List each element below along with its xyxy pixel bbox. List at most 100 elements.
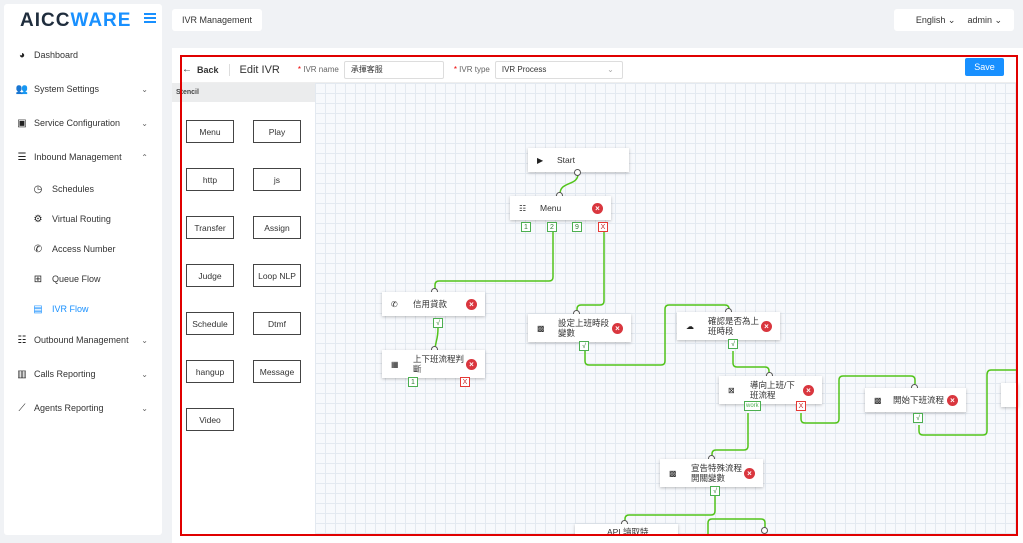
line-chart-icon: ⟋ <box>18 402 26 414</box>
back-button[interactable]: Back <box>197 65 219 75</box>
stencil-video[interactable]: Video <box>186 408 234 431</box>
page-title: Edit IVR <box>239 63 280 76</box>
sidebar-item-schedules[interactable]: ◷ Schedules <box>4 179 162 199</box>
node-set-work-time[interactable]: ▩ 設定上班時段變數 × <box>528 314 631 342</box>
node-menu[interactable]: ☷ Menu × <box>510 196 611 220</box>
option-route-work[interactable]: work <box>744 401 761 411</box>
stencil-menu[interactable]: Menu <box>186 120 234 143</box>
chevron-down-icon: ⌄ <box>141 369 148 379</box>
stencil-message[interactable]: Message <box>253 360 301 383</box>
sidebar-item-outbound-management[interactable]: ☷ Outbound Management ⌄ <box>4 330 162 350</box>
option-off-ok[interactable]: √ <box>913 413 923 423</box>
clock-icon: ◷ <box>33 183 43 195</box>
edge-route-special <box>711 413 749 457</box>
topbar-user-controls: English ⌄ admin ⌄ <box>894 9 1014 31</box>
edge-check-route <box>732 351 770 375</box>
sidebar-item-dashboard[interactable]: ◕ Dashboard <box>4 45 162 65</box>
id-card-icon: ▣ <box>17 117 27 129</box>
stencil-panel: Stencil Menu Play http js Transfer Assig… <box>172 83 315 535</box>
phone-forward-icon: ✆ <box>391 299 398 309</box>
chevron-down-icon: ⌄ <box>141 84 148 94</box>
sidebar-item-virtual-routing[interactable]: ⚙ Virtual Routing <box>4 209 162 229</box>
chevron-down-icon: ⌄ <box>141 403 148 413</box>
option-menu-x[interactable]: X <box>598 222 608 232</box>
stencil-judge[interactable]: Judge <box>186 264 234 287</box>
list-icon: ☰ <box>17 151 27 163</box>
option-judge-x[interactable]: X <box>460 377 470 387</box>
delete-icon[interactable]: × <box>947 395 958 406</box>
table-icon: ☷ <box>17 334 27 346</box>
edge-to-bottom <box>707 518 766 535</box>
node-work-flow-judge[interactable]: ▦ 上下班流程判斷 × <box>382 350 485 378</box>
edge-special-api <box>624 496 716 525</box>
sidebar-item-queue-flow[interactable]: ⊞ Queue Flow <box>4 269 162 289</box>
chevron-down-icon: ⌄ <box>607 65 614 74</box>
stencil-js[interactable]: js <box>253 168 301 191</box>
sidebar-item-ivr-flow[interactable]: ▤ IVR Flow <box>4 299 162 319</box>
chevron-up-icon: ⌃ <box>141 152 148 162</box>
node-offscreen[interactable] <box>1001 383 1018 407</box>
logo: AICCWARE <box>20 10 132 31</box>
sidebar-item-agents-reporting[interactable]: ⟋ Agents Reporting ⌄ <box>4 398 162 418</box>
delete-icon[interactable]: × <box>466 299 477 310</box>
sidebar-item-inbound-management[interactable]: ☰ Inbound Management ⌃ <box>4 147 162 167</box>
menu-node-icon: ☷ <box>519 203 527 213</box>
delete-icon[interactable]: × <box>744 468 755 479</box>
option-route-x[interactable]: X <box>796 401 806 411</box>
edge-menu-credit <box>434 231 554 291</box>
stencil-loop-nlp[interactable]: Loop NLP <box>253 264 301 287</box>
option-menu-1[interactable]: 1 <box>521 222 531 232</box>
stencil-assign[interactable]: Assign <box>253 216 301 239</box>
node-api-fetch[interactable]: API 讀取特 <box>575 524 678 535</box>
option-judge-1[interactable]: 1 <box>408 377 418 387</box>
back-arrow-icon[interactable]: ← <box>182 64 192 75</box>
play-icon: ▶ <box>537 155 544 165</box>
chevron-down-icon: ⌄ <box>141 118 148 128</box>
option-check-ok[interactable]: √ <box>728 339 738 349</box>
node-start-off-flow[interactable]: ▩ 開始下班流程 × <box>865 388 966 412</box>
delete-icon[interactable]: × <box>803 385 814 396</box>
menu-toggle-icon[interactable] <box>144 13 156 23</box>
port-start-out[interactable] <box>574 169 581 176</box>
stencil-schedule[interactable]: Schedule <box>186 312 234 335</box>
node-check-work-time[interactable]: ☁ 確認是否為上班時段 × <box>677 312 780 340</box>
option-menu-9[interactable]: 9 <box>572 222 582 232</box>
dashboard-icon: ◕ <box>18 49 26 61</box>
cloud-icon: ☁ <box>686 321 694 331</box>
ivr-type-select[interactable]: IVR Process ⌄ <box>494 60 623 79</box>
ivr-icon: ▤ <box>33 303 43 315</box>
language-select[interactable]: English ⌄ <box>916 15 956 26</box>
tab-ivr-management[interactable]: IVR Management <box>172 9 263 31</box>
ivr-name-label: * IVR name <box>297 65 339 74</box>
option-special-ok[interactable]: √ <box>710 486 720 496</box>
edit-toolbar: ← Back Edit IVR * IVR name 承揮客服 * IVR ty… <box>182 57 1016 83</box>
save-button[interactable]: Save <box>965 58 1004 76</box>
ivr-type-label: * IVR type <box>453 65 490 74</box>
sidebar: AICCWARE ◕ Dashboard 👥 System Settings ⌄… <box>4 4 162 535</box>
sidebar-item-service-configuration[interactable]: ▣ Service Configuration ⌄ <box>4 113 162 133</box>
option-menu-2[interactable]: 2 <box>547 222 557 232</box>
delete-icon[interactable]: × <box>612 323 623 334</box>
sidebar-item-system-settings[interactable]: 👥 System Settings ⌄ <box>4 79 162 99</box>
stencil-play[interactable]: Play <box>253 120 301 143</box>
user-menu[interactable]: admin ⌄ <box>967 15 1002 26</box>
edge-menu-set <box>576 231 605 313</box>
sidebar-item-calls-reporting[interactable]: ▥ Calls Reporting ⌄ <box>4 364 162 384</box>
port-bottom-in[interactable] <box>761 527 768 534</box>
stencil-transfer[interactable]: Transfer <box>186 216 234 239</box>
node-route-flow[interactable]: ⊠ 導向上班/下班流程 × <box>719 376 822 404</box>
flow-canvas[interactable]: ▶ Start ☷ Menu × 1 2 9 X ✆ 信用貸款 × √ ▦ 上下… <box>315 83 1018 535</box>
stencil-http[interactable]: http <box>186 168 234 191</box>
stencil-hangup[interactable]: hangup <box>186 360 234 383</box>
node-special-flow[interactable]: ▩ 宣告特殊流程開關變數 × <box>660 459 763 487</box>
sidebar-item-access-number[interactable]: ✆ Access Number <box>4 239 162 259</box>
route-icon: ⊠ <box>728 385 735 395</box>
option-credit-ok[interactable]: √ <box>433 318 443 328</box>
option-set-ok[interactable]: √ <box>579 341 589 351</box>
node-credit-loan[interactable]: ✆ 信用貸款 × <box>382 292 485 316</box>
stencil-dtmf[interactable]: Dtmf <box>253 312 301 335</box>
ivr-name-input[interactable]: 承揮客服 <box>343 60 444 79</box>
delete-icon[interactable]: × <box>592 203 603 214</box>
delete-icon[interactable]: × <box>761 321 772 332</box>
delete-icon[interactable]: × <box>466 359 477 370</box>
